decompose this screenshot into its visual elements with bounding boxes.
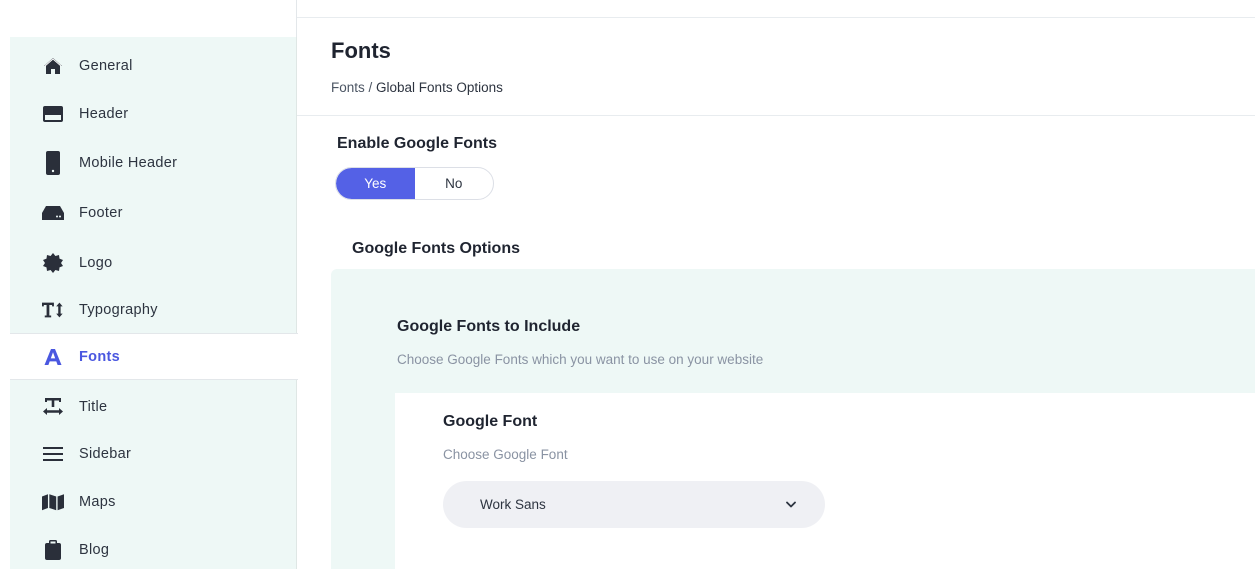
google-font-title: Google Font [443, 413, 538, 430]
sidebar-item-label: Sidebar [79, 445, 132, 462]
sidebar-item-title[interactable]: Title [10, 383, 297, 430]
menu-lines-icon [42, 443, 64, 465]
sidebar-item-general[interactable]: General [10, 42, 297, 89]
google-font-select[interactable]: Work Sans [443, 481, 825, 528]
sidebar-item-blog[interactable]: Blog [10, 526, 297, 569]
text-height-icon [42, 299, 64, 321]
sidebar-item-label: Footer [79, 204, 123, 221]
top-spacer [0, 0, 297, 37]
sidebar-item-mobile-header[interactable]: Mobile Header [10, 139, 297, 186]
sidebar-item-fonts[interactable]: Fonts [10, 333, 298, 380]
google-fonts-options-heading: Google Fonts Options [352, 240, 520, 257]
header-icon [42, 103, 64, 125]
font-icon [42, 346, 64, 368]
map-icon [42, 491, 64, 513]
badge-icon [42, 252, 64, 274]
text-width-icon [42, 396, 64, 418]
sidebar-item-label: Logo [79, 254, 113, 271]
sidebar-item-label: Mobile Header [79, 154, 178, 171]
chevron-down-icon [781, 494, 801, 514]
enable-google-fonts-toggle: Yes No [335, 167, 494, 200]
sidebar-item-label: Blog [79, 541, 110, 558]
toggle-yes-option[interactable]: Yes [336, 168, 415, 199]
sidebar: General Header Mobile Header Footer Logo… [10, 37, 298, 569]
enable-google-fonts-label: Enable Google Fonts [337, 135, 498, 152]
breadcrumb-separator: / [364, 80, 377, 95]
fonts-to-include-description: Choose Google Fonts which you want to us… [397, 352, 764, 367]
home-icon [42, 55, 64, 77]
fonts-to-include-title: Google Fonts to Include [397, 318, 581, 335]
sidebar-item-label: Typography [79, 301, 158, 318]
breadcrumb-link[interactable]: Fonts [331, 80, 365, 95]
sidebar-item-footer[interactable]: Footer [10, 189, 297, 236]
top-divider [297, 17, 1255, 18]
google-font-description: Choose Google Font [443, 447, 568, 462]
sidebar-item-label: Title [79, 398, 108, 415]
sidebar-item-label: General [79, 57, 133, 74]
sidebar-item-label: Fonts [79, 348, 120, 365]
sidebar-item-typography[interactable]: Typography [10, 286, 297, 333]
clipboard-icon [42, 539, 64, 561]
sidebar-item-label: Header [79, 105, 129, 122]
google-font-selected-value: Work Sans [480, 497, 546, 512]
footer-icon [42, 202, 64, 224]
sidebar-item-maps[interactable]: Maps [10, 478, 297, 525]
sidebar-item-label: Maps [79, 493, 116, 510]
mobile-icon [42, 150, 64, 175]
page-title: Fonts [331, 38, 391, 63]
toggle-no-option[interactable]: No [415, 168, 494, 199]
breadcrumb-current: Global Fonts Options [376, 80, 503, 95]
sidebar-item-logo[interactable]: Logo [10, 239, 297, 286]
sidebar-item-sidebar[interactable]: Sidebar [10, 430, 297, 477]
header-divider [297, 115, 1255, 116]
breadcrumb: Fonts / Global Fonts Options [331, 80, 503, 95]
sidebar-item-header[interactable]: Header [10, 90, 297, 137]
